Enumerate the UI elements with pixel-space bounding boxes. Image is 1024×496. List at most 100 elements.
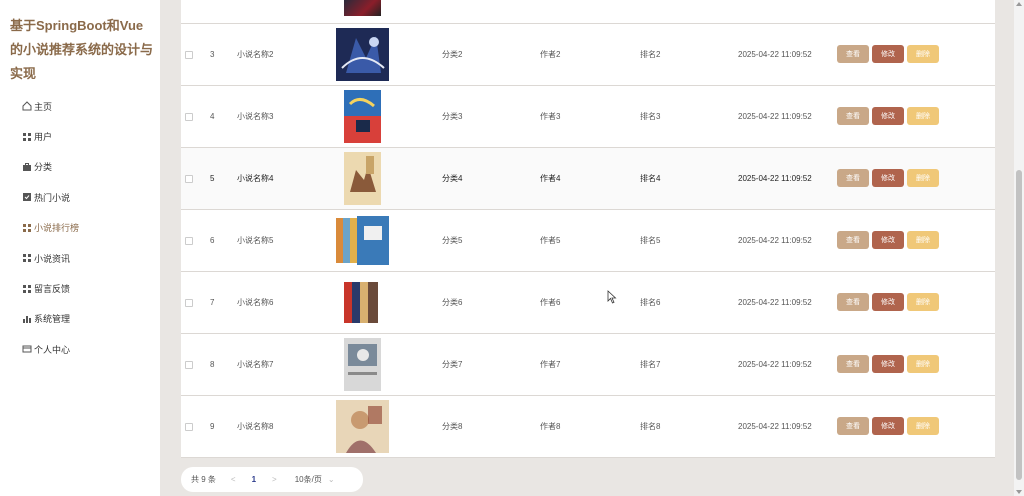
novel-name: 小说名称2	[237, 50, 274, 59]
scrollbar-thumb[interactable]	[1016, 170, 1022, 480]
created-time: 2025-04-22 11:09:52	[738, 174, 812, 183]
table-row: 6 小说名称5 分类5 作者5 排名5 2025-04-22 11:09:52 …	[181, 210, 995, 272]
row-index: 8	[210, 360, 215, 369]
edit-button[interactable]: 修改	[872, 107, 904, 125]
row-checkbox[interactable]	[185, 51, 193, 59]
view-button[interactable]: 查看	[837, 231, 869, 249]
row-index: 7	[210, 298, 215, 307]
novel-category: 分类4	[442, 174, 463, 183]
novel-category: 分类3	[442, 112, 463, 121]
delete-button[interactable]: 删除	[907, 45, 939, 63]
edit-button[interactable]: 修改	[872, 45, 904, 63]
novel-cover-image	[336, 24, 389, 85]
sidebar-item-news[interactable]: 小说资讯	[22, 243, 79, 273]
sidebar-item-ranking[interactable]: 小说排行榜	[22, 213, 79, 243]
novel-rank: 排名7	[640, 360, 661, 369]
sidebar-item-hot-novels[interactable]: 热门小说	[22, 182, 79, 212]
novel-cover-image	[344, 0, 381, 16]
scroll-down-icon[interactable]	[1016, 490, 1022, 494]
pagination: 共 9 条 < 1 > 10条/页 ⌄	[181, 467, 363, 492]
grid-icon	[22, 132, 32, 142]
sidebar-menu: 主页 用户 分类 热门小说 小说排行榜 小说资讯 留言反馈 系统管理 个人中心	[22, 91, 79, 365]
view-button[interactable]: 查看	[837, 107, 869, 125]
sidebar: 基于SpringBoot和Vue的小说推荐系统的设计与实现 主页 用户 分类 热…	[0, 0, 160, 496]
novel-ranking-table: 3 小说名称2 分类2 作者2 排名2 2025-04-22 11:09:52 …	[181, 0, 995, 458]
table-row: 5 小说名称4 分类4 作者4 排名4 2025-04-22 11:09:52 …	[181, 148, 995, 210]
novel-name: 小说名称3	[237, 112, 274, 121]
sidebar-item-label: 主页	[34, 101, 53, 112]
page-scrollbar[interactable]	[1014, 0, 1024, 496]
novel-cover-image	[336, 334, 389, 395]
scroll-up-icon[interactable]	[1016, 2, 1022, 6]
table-row: 9 小说名称8 分类8 作者8 排名8 2025-04-22 11:09:52 …	[181, 396, 995, 458]
row-index: 4	[210, 112, 215, 121]
novel-category: 分类5	[442, 236, 463, 245]
sidebar-item-label: 分类	[34, 162, 53, 173]
sidebar-item-system[interactable]: 系统管理	[22, 304, 79, 334]
novel-name: 小说名称7	[237, 360, 274, 369]
novel-cover-image	[336, 86, 389, 147]
sidebar-item-category[interactable]: 分类	[22, 152, 79, 182]
delete-button[interactable]: 删除	[907, 231, 939, 249]
delete-button[interactable]: 删除	[907, 355, 939, 373]
row-actions: 查看 修改 删除	[837, 355, 939, 373]
row-checkbox[interactable]	[185, 113, 193, 121]
delete-button[interactable]: 删除	[907, 417, 939, 435]
table-row: 7 小说名称6 分类6 作者6 排名6 2025-04-22 11:09:52 …	[181, 272, 995, 334]
row-checkbox[interactable]	[185, 299, 193, 307]
row-actions: 查看 修改 删除	[837, 417, 939, 435]
row-actions: 查看 修改 删除	[837, 107, 939, 125]
delete-button[interactable]: 删除	[907, 107, 939, 125]
created-time: 2025-04-22 11:09:52	[738, 50, 812, 59]
novel-rank: 排名6	[640, 298, 661, 307]
row-checkbox[interactable]	[185, 237, 193, 245]
app-title: 基于SpringBoot和Vue的小说推荐系统的设计与实现	[10, 18, 154, 81]
novel-name: 小说名称5	[237, 236, 274, 245]
view-button[interactable]: 查看	[837, 169, 869, 187]
novel-category: 分类2	[442, 50, 463, 59]
sidebar-item-label: 用户	[34, 132, 53, 143]
briefcase-icon	[22, 162, 32, 172]
row-checkbox[interactable]	[185, 423, 193, 431]
row-checkbox[interactable]	[185, 175, 193, 183]
edit-button[interactable]: 修改	[872, 293, 904, 311]
view-button[interactable]: 查看	[837, 355, 869, 373]
sidebar-item-label: 小说资讯	[34, 253, 71, 264]
edit-button[interactable]: 修改	[872, 355, 904, 373]
prev-page-button[interactable]: <	[231, 475, 236, 484]
created-time: 2025-04-22 11:09:52	[738, 298, 812, 307]
sidebar-item-home[interactable]: 主页	[22, 91, 79, 121]
id-card-icon	[22, 344, 32, 354]
row-checkbox[interactable]	[185, 361, 193, 369]
sidebar-item-profile[interactable]: 个人中心	[22, 334, 79, 364]
grid-icon	[22, 284, 32, 294]
novel-author: 作者7	[540, 360, 561, 369]
sidebar-item-label: 小说排行榜	[34, 223, 80, 234]
novel-cover-image	[336, 148, 389, 209]
delete-button[interactable]: 删除	[907, 293, 939, 311]
novel-rank: 排名3	[640, 112, 661, 121]
row-actions: 查看 修改 删除	[837, 169, 939, 187]
view-button[interactable]: 查看	[837, 293, 869, 311]
sidebar-item-label: 个人中心	[34, 344, 71, 355]
view-button[interactable]: 查看	[837, 45, 869, 63]
delete-button[interactable]: 删除	[907, 169, 939, 187]
novel-author: 作者6	[540, 298, 561, 307]
created-time: 2025-04-22 11:09:52	[738, 360, 812, 369]
next-page-button[interactable]: >	[272, 475, 277, 484]
row-actions: 查看 修改 删除	[837, 231, 939, 249]
novel-author: 作者3	[540, 112, 561, 121]
page-size-select[interactable]: 10条/页	[295, 474, 322, 485]
novel-name: 小说名称6	[237, 298, 274, 307]
edit-button[interactable]: 修改	[872, 417, 904, 435]
created-time: 2025-04-22 11:09:52	[738, 422, 812, 431]
check-square-icon	[22, 192, 32, 202]
view-button[interactable]: 查看	[837, 417, 869, 435]
page-number-current[interactable]: 1	[252, 475, 256, 484]
table-row: 3 小说名称2 分类2 作者2 排名2 2025-04-22 11:09:52 …	[181, 24, 995, 86]
sidebar-item-users[interactable]: 用户	[22, 121, 79, 151]
edit-button[interactable]: 修改	[872, 231, 904, 249]
sidebar-item-label: 热门小说	[34, 192, 71, 203]
sidebar-item-feedback[interactable]: 留言反馈	[22, 273, 79, 303]
edit-button[interactable]: 修改	[872, 169, 904, 187]
